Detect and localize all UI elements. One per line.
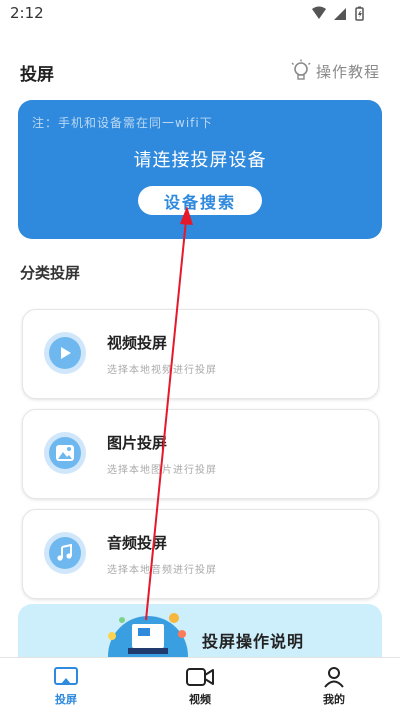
guide-illustration	[108, 613, 188, 664]
card-title: 音频投屏	[107, 534, 168, 552]
lightbulb-icon	[291, 59, 311, 80]
connect-device-card: 注：手机和设备需在同一wifi下 请连接投屏设备 设备搜索	[18, 100, 382, 239]
audio-cast-card[interactable]: 音频投屏 选择本地音频进行投屏	[22, 509, 379, 599]
guide-label: 投屏操作说明	[202, 632, 305, 651]
nav-item-video[interactable]: 视频	[160, 658, 240, 712]
wifi-note: 注：手机和设备需在同一wifi下	[32, 116, 213, 130]
card-title: 图片投屏	[107, 434, 168, 452]
image-cast-card[interactable]: 图片投屏 选择本地图片进行投屏	[22, 409, 379, 499]
video-cast-card[interactable]: 视频投屏 选择本地视频进行投屏	[22, 309, 379, 399]
status-bar: 2:12	[0, 0, 400, 28]
card-subtitle: 选择本地音频进行投屏	[107, 565, 217, 576]
person-icon	[324, 667, 344, 688]
cast-icon	[54, 667, 78, 685]
wifi-icon	[312, 6, 326, 19]
card-title: 视频投屏	[107, 334, 168, 352]
device-search-button[interactable]: 设备搜索	[138, 186, 262, 215]
video-camera-icon	[186, 668, 214, 686]
tutorial-button[interactable]: 操作教程	[290, 58, 380, 84]
category-title: 分类投屏	[20, 264, 81, 282]
status-icons	[312, 6, 364, 21]
image-icon	[44, 432, 86, 474]
nav-label: 我的	[323, 693, 345, 706]
nav-item-cast[interactable]: 投屏	[26, 658, 106, 712]
card-subtitle: 选择本地图片进行投屏	[107, 465, 217, 476]
play-icon	[44, 332, 86, 374]
page-title: 投屏	[20, 65, 54, 85]
card-subtitle: 选择本地视频进行投屏	[107, 365, 217, 376]
music-icon	[44, 532, 86, 574]
status-time: 2:12	[10, 4, 44, 22]
nav-item-mine[interactable]: 我的	[294, 658, 374, 712]
nav-label: 投屏	[55, 693, 77, 706]
tutorial-label: 操作教程	[316, 62, 381, 81]
bottom-nav: 投屏 视频 我的	[0, 657, 400, 712]
connect-device-title: 请连接投屏设备	[133, 150, 267, 171]
nav-label: 视频	[189, 693, 211, 706]
signal-icon	[334, 8, 346, 20]
cast-guide-banner[interactable]: 投屏操作说明	[18, 604, 382, 664]
